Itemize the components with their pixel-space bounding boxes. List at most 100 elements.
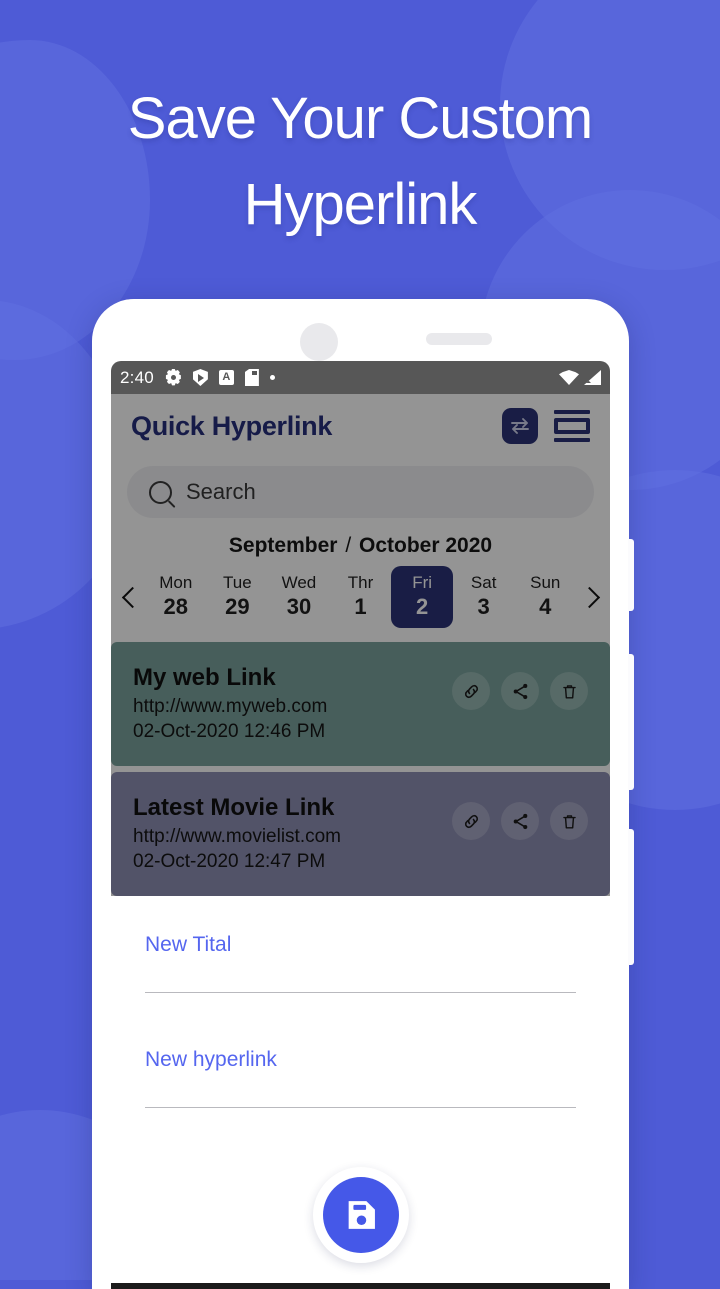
link-icon (464, 684, 478, 698)
phone-screen: 2:40 A Quick Hyperlink Search September … (111, 361, 610, 1289)
day-name: Fri (412, 573, 433, 592)
status-bar-time: 2:40 (120, 367, 154, 387)
app-bar: Quick Hyperlink (111, 394, 610, 454)
swap-button[interactable] (502, 408, 538, 444)
save-icon (348, 1201, 375, 1229)
delete-button[interactable] (550, 672, 588, 710)
share-icon (513, 683, 527, 699)
link-title: Latest Movie Link (133, 794, 335, 821)
save-button[interactable] (322, 1177, 399, 1253)
share-button[interactable] (501, 672, 539, 710)
layout-icon-top-bar (554, 410, 590, 414)
copy-link-button[interactable] (452, 802, 490, 840)
dot-icon (269, 375, 275, 380)
layout-icon-bottom-bar (554, 438, 590, 442)
link-datetime: 02-Oct-2020 12:47 PM (133, 851, 326, 872)
day-cell-thr[interactable]: Thr 1 (330, 566, 392, 628)
next-week-button[interactable] (576, 586, 602, 608)
promo-headline: Save Your Custom Hyperlink (0, 76, 720, 248)
delete-icon (562, 684, 576, 699)
layout-button[interactable] (554, 410, 590, 442)
day-name: Sat (470, 573, 497, 592)
delete-button[interactable] (550, 802, 588, 840)
gear-icon (165, 369, 182, 386)
save-fab-container (312, 1167, 409, 1263)
sd-card-icon (244, 369, 259, 386)
chevron-right-icon (578, 586, 600, 608)
front-camera (300, 323, 338, 361)
phone-side-button (628, 829, 634, 965)
phone-side-button (628, 539, 634, 611)
day-name: Sun (530, 573, 561, 592)
delete-icon (562, 814, 576, 829)
field-spacer (145, 993, 576, 1043)
hyperlink-field-underline (145, 1107, 576, 1108)
shield-play-icon (192, 369, 208, 386)
app-content-area: Quick Hyperlink Search September / Octob… (111, 394, 610, 896)
status-bar: 2:40 A (111, 361, 610, 394)
phone-mockup: 2:40 A Quick Hyperlink Search September … (92, 299, 634, 1289)
day-number: 28 (163, 594, 189, 619)
link-list: My web Link http://www.myweb.com 02-Oct-… (111, 642, 610, 896)
link-title: My web Link (133, 664, 276, 691)
hyperlink-field-label: New hyperlink (145, 1048, 277, 1071)
month-right: October 2020 (359, 534, 493, 557)
layout-icon-frame (554, 418, 590, 434)
day-number: 4 (539, 594, 552, 619)
share-button[interactable] (501, 802, 539, 840)
day-name: Thr (347, 573, 374, 592)
app-title: Quick Hyperlink (131, 410, 333, 441)
link-card[interactable]: Latest Movie Link http://www.movielist.c… (111, 772, 610, 896)
system-navigation-bar (111, 1283, 610, 1289)
day-cell-sat[interactable]: Sat 3 (453, 566, 515, 628)
link-url: http://www.myweb.com (133, 696, 328, 717)
link-card-info: Latest Movie Link http://www.movielist.c… (133, 792, 452, 874)
day-number: 3 (477, 594, 490, 619)
day-cell-wed[interactable]: Wed 30 (268, 566, 330, 628)
cell-signal-icon (584, 370, 601, 385)
wifi-icon (559, 370, 579, 385)
link-card-actions (452, 662, 588, 710)
day-name: Wed (281, 573, 317, 592)
day-cell-fri-selected[interactable]: Fri 2 (391, 566, 453, 628)
chevron-left-icon (121, 586, 143, 608)
swap-arrows-icon (511, 418, 529, 434)
calendar-day-strip: Mon 28 Tue 29 Wed 30 Thr 1 Fri 2 Sat 3 S… (111, 564, 610, 642)
search-input[interactable]: Search (186, 479, 256, 505)
day-number: 2 (415, 594, 429, 619)
earpiece-speaker (426, 333, 492, 345)
status-bar-left-icons: A (165, 369, 275, 386)
link-datetime: 02-Oct-2020 12:46 PM (133, 721, 326, 742)
copy-link-button[interactable] (452, 672, 490, 710)
a-box-icon: A (218, 370, 234, 385)
link-card-actions (452, 792, 588, 840)
link-card[interactable]: My web Link http://www.myweb.com 02-Oct-… (111, 642, 610, 766)
title-field[interactable]: New Tital (145, 928, 576, 993)
search-icon (149, 480, 172, 504)
day-number: 30 (286, 594, 312, 619)
day-number: 1 (354, 594, 367, 619)
title-field-label: New Tital (145, 933, 232, 956)
day-name: Mon (159, 573, 193, 592)
headline-line-1: Save Your Custom (127, 86, 593, 151)
prev-week-button[interactable] (119, 586, 145, 608)
link-url: http://www.movielist.com (133, 826, 341, 847)
day-cell-tue[interactable]: Tue 29 (207, 566, 269, 628)
day-cell-mon[interactable]: Mon 28 (145, 566, 207, 628)
day-number: 29 (225, 594, 250, 619)
link-card-info: My web Link http://www.myweb.com 02-Oct-… (133, 662, 452, 744)
new-link-sheet: New Tital New hyperlink (111, 902, 610, 1108)
month-left: September (228, 534, 338, 557)
calendar-month-label: September / October 2020 (111, 518, 610, 564)
day-name: Tue (223, 573, 252, 592)
hyperlink-field[interactable]: New hyperlink (145, 1043, 576, 1108)
month-separator: / (345, 534, 352, 557)
phone-side-button (628, 654, 634, 790)
app-bar-actions (502, 408, 590, 444)
link-icon (464, 814, 478, 828)
headline-line-2: Hyperlink (243, 172, 478, 237)
share-icon (513, 813, 527, 829)
day-cell-sun[interactable]: Sun 4 (514, 566, 576, 628)
status-bar-right-icons (559, 370, 601, 385)
search-bar[interactable]: Search (127, 466, 594, 518)
